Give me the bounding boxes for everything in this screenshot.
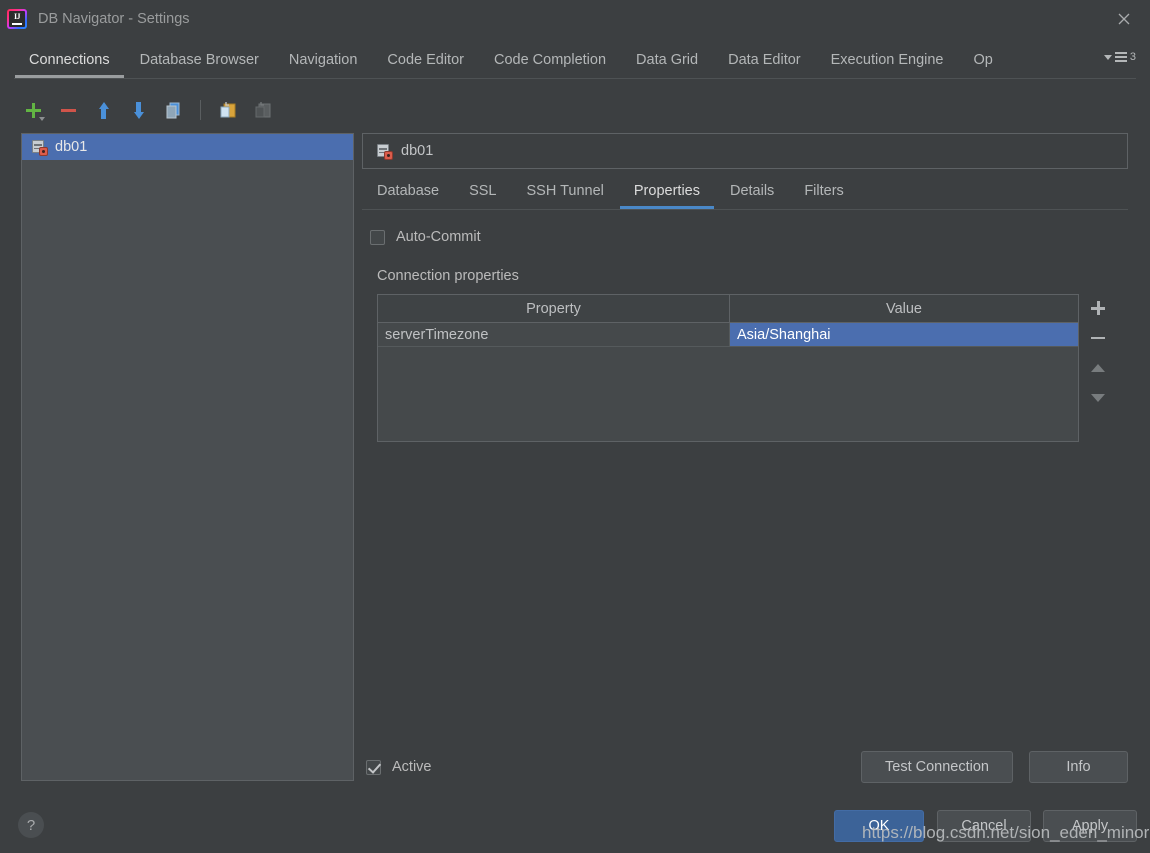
tab-data-editor[interactable]: Data Editor [713,45,816,78]
tab-database[interactable]: Database [362,177,454,209]
connection-name-field[interactable]: db01 [362,133,1128,169]
tab-code-editor[interactable]: Code Editor [372,45,479,78]
move-property-down-button [1088,390,1108,406]
copy-icon [164,100,184,120]
remove-property-button[interactable] [1088,330,1108,346]
settings-tab-strip: Connections Database Browser Navigation … [0,45,1150,79]
triangle-up-icon [1091,364,1105,372]
tab-data-grid[interactable]: Data Grid [621,45,713,78]
auto-commit-checkbox[interactable]: Auto-Commit [370,229,481,245]
connection-properties-table[interactable]: Property Value serverTimezone Asia/Shang… [377,294,1079,442]
triangle-down-icon [1091,394,1105,402]
arrow-up-icon [96,102,111,119]
list-item-label: db01 [55,139,87,155]
tab-details[interactable]: Details [715,177,789,209]
tab-operations[interactable]: Op [959,45,1008,78]
copy-to-clipboard-button[interactable] [216,99,239,122]
checkbox-box [366,760,381,775]
list-icon [1115,52,1127,62]
cell-property[interactable]: serverTimezone [378,323,730,346]
connection-name-value: db01 [401,143,433,159]
title-bar: IJ DB Navigator - Settings [0,0,1150,37]
chevron-down-icon [1104,55,1112,60]
tab-connections[interactable]: Connections [14,45,125,78]
active-label: Active [392,759,432,775]
clipboard-copy-icon [218,100,238,120]
column-header-value[interactable]: Value [730,295,1078,322]
tab-execution-engine[interactable]: Execution Engine [816,45,959,78]
tab-list: Connections Database Browser Navigation … [14,45,1008,78]
arrow-down-icon [131,102,146,119]
column-header-property[interactable]: Property [378,295,730,322]
apply-button[interactable]: Apply [1043,810,1137,842]
cancel-button[interactable]: Cancel [937,810,1031,842]
move-property-up-button [1088,360,1108,376]
plus-icon [26,103,41,118]
detail-tabs-divider [362,209,1128,210]
tab-ssl[interactable]: SSL [454,177,511,209]
window-title: DB Navigator - Settings [38,11,190,27]
test-connection-button[interactable]: Test Connection [861,751,1013,783]
tab-overflow-count: 3 [1130,51,1136,63]
tab-navigation[interactable]: Navigation [274,45,373,78]
info-button[interactable]: Info [1029,751,1128,783]
paste-from-clipboard-button [251,99,274,122]
connection-detail-tabs: Database SSL SSH Tunnel Properties Detai… [362,177,1128,210]
auto-commit-label: Auto-Commit [396,229,481,245]
active-checkbox[interactable]: Active [366,759,432,775]
tab-overflow-button[interactable]: 3 [1104,51,1136,63]
table-header-row: Property Value [378,295,1078,323]
connection-properties-label: Connection properties [377,268,519,284]
database-icon [31,139,47,155]
move-down-button[interactable] [127,99,150,122]
checkbox-box [370,230,385,245]
tab-filters[interactable]: Filters [789,177,858,209]
cell-value[interactable]: Asia/Shanghai [730,323,1078,346]
ok-button[interactable]: OK [834,810,924,842]
database-icon [376,143,392,159]
minus-icon [1091,337,1105,340]
add-connection-button[interactable] [22,99,45,122]
close-icon[interactable] [1111,6,1137,32]
duplicate-connection-button[interactable] [162,99,185,122]
help-button[interactable]: ? [18,812,44,838]
tab-database-browser[interactable]: Database Browser [125,45,274,78]
table-row[interactable]: serverTimezone Asia/Shanghai [378,323,1078,347]
intellij-idea-icon: IJ [7,9,27,29]
connection-list[interactable]: db01 [21,133,354,781]
tab-code-completion[interactable]: Code Completion [479,45,621,78]
connections-toolbar [22,95,274,125]
minus-icon [61,109,76,112]
clipboard-paste-icon [253,100,273,120]
property-table-controls [1084,294,1112,442]
tab-strip-divider [14,78,1136,79]
list-item[interactable]: db01 [22,134,353,160]
plus-icon [1091,301,1105,315]
add-property-button[interactable] [1088,300,1108,316]
toolbar-separator [200,100,201,120]
move-up-button[interactable] [92,99,115,122]
tab-ssh-tunnel[interactable]: SSH Tunnel [512,177,619,209]
tab-properties[interactable]: Properties [619,177,715,209]
remove-connection-button[interactable] [57,99,80,122]
